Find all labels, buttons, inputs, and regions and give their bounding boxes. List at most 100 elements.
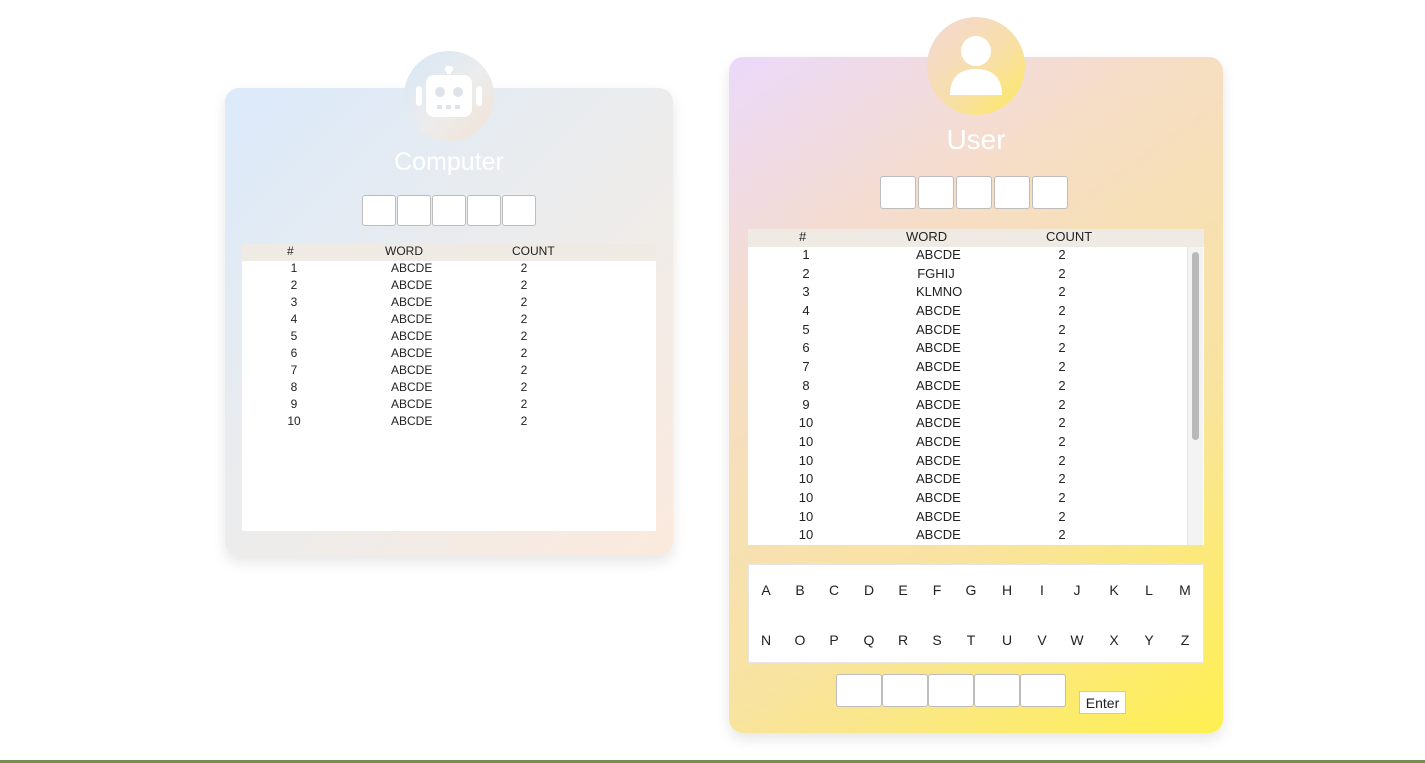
key-z[interactable]: Z <box>1170 625 1200 655</box>
computer-title: Computer <box>394 148 504 176</box>
word-cell: ABCDE <box>391 261 433 275</box>
header-word: WORD <box>906 229 948 244</box>
key-q[interactable]: Q <box>854 625 884 655</box>
count-cell: 2 <box>1058 433 1066 449</box>
letter-slot <box>1032 176 1068 209</box>
number-cell: 10 <box>798 452 814 468</box>
table-row: 2 FGHIJ 2 <box>748 266 1204 285</box>
number-cell: 10 <box>798 433 814 449</box>
key-i[interactable]: I <box>1027 575 1057 605</box>
number-cell: 9 <box>802 396 810 412</box>
key-b[interactable]: B <box>785 575 815 605</box>
key-s[interactable]: S <box>922 625 952 655</box>
table-row: 10 ABCDE 2 <box>748 453 1204 472</box>
letter-slot <box>502 195 536 226</box>
key-e[interactable]: E <box>888 575 918 605</box>
table-row: 8 ABCDE 2 <box>748 378 1204 397</box>
count-cell: 2 <box>1058 321 1066 337</box>
number-cell: 1 <box>290 261 298 275</box>
key-n[interactable]: N <box>751 625 781 655</box>
user-word-table[interactable]: # WORD COUNT 1 ABCDE 2 2 FGHIJ 2 3 KLMNO 2 4 ABCDE… <box>748 229 1204 545</box>
letter-slot <box>918 176 954 209</box>
key-r[interactable]: R <box>888 625 918 655</box>
letter-slot <box>994 176 1030 209</box>
letter-slot <box>362 195 396 226</box>
word-cell: ABCDE <box>916 396 961 412</box>
key-m[interactable]: M <box>1170 575 1200 605</box>
key-j[interactable]: J <box>1062 575 1092 605</box>
key-l[interactable]: L <box>1134 575 1164 605</box>
table-row: 8 ABCDE 2 <box>242 380 656 397</box>
user-avatar <box>927 17 1025 115</box>
key-x[interactable]: X <box>1099 625 1129 655</box>
key-g[interactable]: G <box>956 575 986 605</box>
table-row: 2 ABCDE 2 <box>242 278 656 295</box>
word-cell: ABCDE <box>916 359 961 375</box>
table-body: 1 ABCDE 2 2 FGHIJ 2 3 KLMNO 2 4 ABCDE 2 5 ABCDE 2 6 ABCD… <box>748 247 1204 545</box>
key-w[interactable]: W <box>1062 625 1092 655</box>
header-number: # <box>799 229 807 244</box>
guess-slot[interactable] <box>836 674 882 707</box>
number-cell: 7 <box>290 363 298 377</box>
letter-slot <box>467 195 501 226</box>
guess-entry-slots[interactable] <box>836 674 1066 707</box>
word-cell: ABCDE <box>916 433 961 449</box>
word-cell: ABCDE <box>916 321 961 337</box>
key-y[interactable]: Y <box>1134 625 1164 655</box>
number-cell: 5 <box>290 329 298 343</box>
count-cell: 2 <box>1058 340 1066 356</box>
word-cell: ABCDE <box>391 414 433 428</box>
computer-word-table: # WORD COUNT 1 ABCDE 2 2 ABCDE 2 3 ABCDE 2 4 ABCDE… <box>242 244 656 531</box>
count-cell: 2 <box>1058 247 1066 262</box>
count-cell: 2 <box>1058 527 1066 543</box>
word-cell: ABCDE <box>916 247 961 262</box>
number-cell: 4 <box>290 312 298 326</box>
word-cell: ABCDE <box>916 415 961 431</box>
table-row: 4 ABCDE 2 <box>748 303 1204 322</box>
table-row: 5 ABCDE 2 <box>242 329 656 346</box>
key-t[interactable]: T <box>956 625 986 655</box>
table-body: 1 ABCDE 2 2 ABCDE 2 3 ABCDE 2 4 ABCDE 2 5 ABCDE 2 6 ABCD… <box>242 261 656 431</box>
key-f[interactable]: F <box>922 575 952 605</box>
computer-letter-slots <box>362 195 536 226</box>
count-cell: 2 <box>520 295 528 309</box>
guess-slot[interactable] <box>974 674 1020 707</box>
number-cell: 10 <box>798 415 814 431</box>
number-cell: 1 <box>802 247 810 262</box>
key-p[interactable]: P <box>819 625 849 655</box>
table-header: # WORD COUNT <box>748 229 1204 247</box>
key-u[interactable]: U <box>992 625 1022 655</box>
guess-slot[interactable] <box>928 674 974 707</box>
key-c[interactable]: C <box>819 575 849 605</box>
word-cell: ABCDE <box>916 340 961 356</box>
enter-button[interactable]: Enter <box>1079 691 1126 714</box>
word-cell: ABCDE <box>916 527 961 543</box>
table-row: 10 ABCDE 2 <box>748 471 1204 490</box>
guess-slot[interactable] <box>882 674 928 707</box>
key-k[interactable]: K <box>1099 575 1129 605</box>
word-cell: ABCDE <box>916 508 961 524</box>
table-row: 7 ABCDE 2 <box>748 359 1204 378</box>
count-cell: 2 <box>1058 303 1066 319</box>
key-a[interactable]: A <box>751 575 781 605</box>
count-cell: 2 <box>520 363 528 377</box>
table-row: 10 ABCDE 2 <box>748 527 1204 545</box>
word-cell: ABCDE <box>916 377 961 393</box>
scrollbar-thumb[interactable] <box>1192 252 1199 440</box>
number-cell: 7 <box>802 359 810 375</box>
word-cell: ABCDE <box>391 312 433 326</box>
number-cell: 4 <box>802 303 810 319</box>
word-cell: ABCDE <box>391 363 433 377</box>
key-o[interactable]: O <box>785 625 815 655</box>
key-h[interactable]: H <box>992 575 1022 605</box>
table-scrollbar[interactable] <box>1187 247 1203 545</box>
key-v[interactable]: V <box>1027 625 1057 655</box>
guess-slot[interactable] <box>1020 674 1066 707</box>
header-word: WORD <box>385 244 423 258</box>
table-row: 1 ABCDE 2 <box>242 261 656 278</box>
table-row: 10 ABCDE 2 <box>748 434 1204 453</box>
number-cell: 10 <box>798 527 814 543</box>
key-d[interactable]: D <box>854 575 884 605</box>
word-cell: ABCDE <box>916 303 961 319</box>
table-row: 1 ABCDE 2 <box>748 247 1204 266</box>
